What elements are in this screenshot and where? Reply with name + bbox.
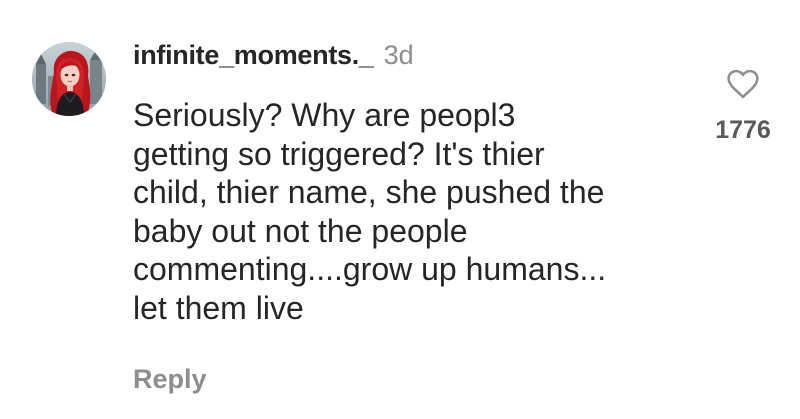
heart-outline-icon[interactable]	[725, 66, 761, 102]
reply-button[interactable]: Reply	[133, 364, 207, 395]
comment-header: infinite_moments._ 3d	[133, 40, 414, 80]
timestamp: 3d	[383, 40, 414, 70]
like-area: 1776	[700, 66, 786, 145]
avatar[interactable]	[32, 42, 106, 116]
username[interactable]: infinite_moments._	[133, 40, 374, 71]
comment: infinite_moments._ 3d Seriously? Why are…	[0, 0, 800, 419]
avatar-image-icon	[32, 42, 106, 116]
comment-text: Seriously? Why are peopl3 getting so tri…	[133, 97, 607, 326]
like-count: 1776	[715, 116, 771, 144]
